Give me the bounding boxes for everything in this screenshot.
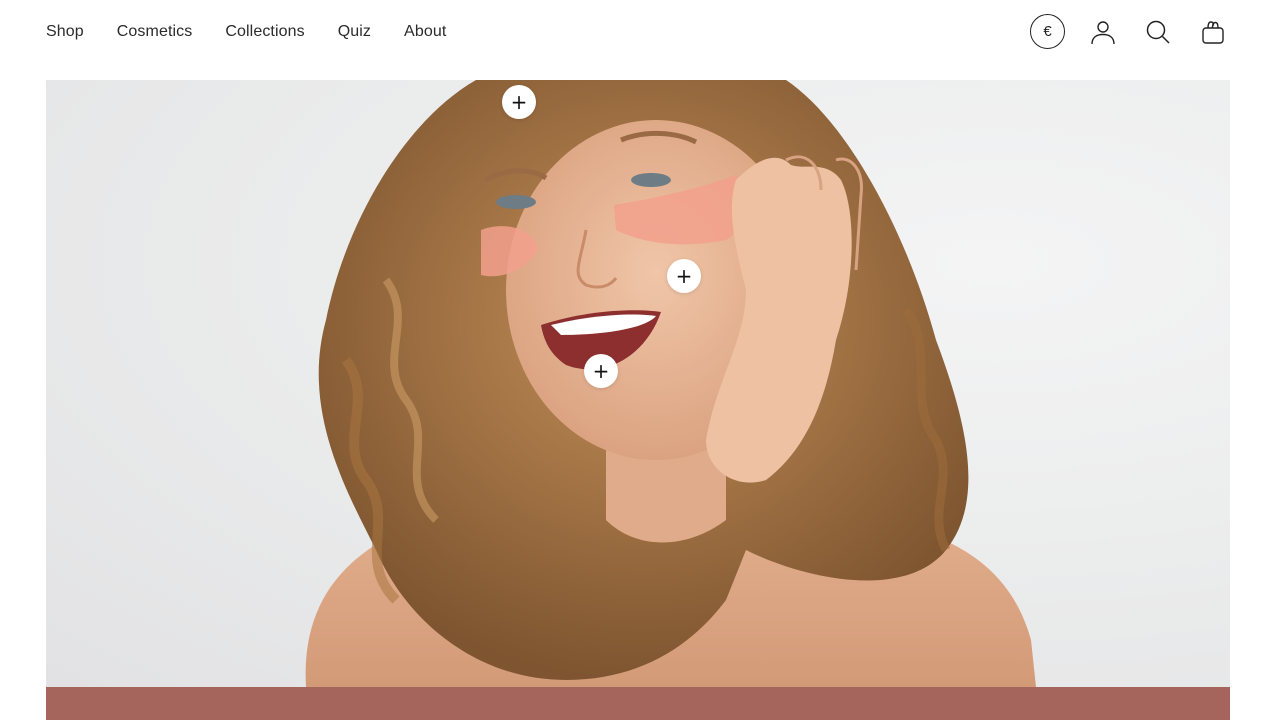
user-icon — [1090, 20, 1115, 44]
shopping-bag-icon — [1201, 20, 1224, 44]
hero-image: + + + — [46, 80, 1230, 687]
main-nav: Shop Cosmetics Collections Quiz About — [46, 22, 446, 42]
header-actions: € — [1030, 14, 1230, 49]
promo-band — [46, 687, 1230, 720]
nav-item-about[interactable]: About — [404, 22, 446, 42]
search-icon — [1146, 20, 1170, 44]
nav-item-collections[interactable]: Collections — [225, 22, 304, 42]
product-hotspot-forehead[interactable]: + — [502, 85, 536, 119]
currency-symbol: € — [1043, 23, 1052, 40]
account-button[interactable] — [1085, 14, 1120, 49]
product-hotspot-cheek[interactable]: + — [667, 259, 701, 293]
nav-item-shop[interactable]: Shop — [46, 22, 84, 42]
cart-button[interactable] — [1195, 14, 1230, 49]
nav-item-quiz[interactable]: Quiz — [338, 22, 371, 42]
nav-item-cosmetics[interactable]: Cosmetics — [117, 22, 193, 42]
search-button[interactable] — [1140, 14, 1175, 49]
product-hotspot-lips[interactable]: + — [584, 354, 618, 388]
model-with-eye-patches-photo — [305, 80, 1036, 687]
currency-selector-button[interactable]: € — [1030, 14, 1065, 49]
site-header: Shop Cosmetics Collections Quiz About € — [0, 0, 1280, 64]
